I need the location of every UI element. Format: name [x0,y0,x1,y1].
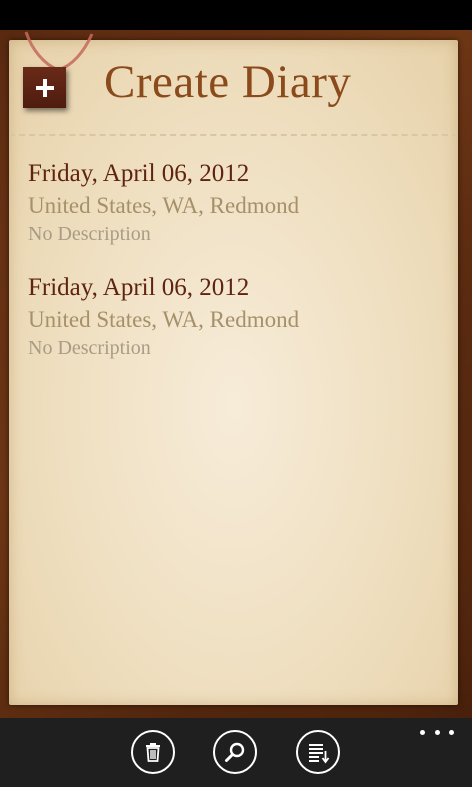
application-bar [0,718,472,787]
list-item[interactable]: Friday, April 06, 2012 United States, WA… [28,157,448,271]
add-entry-button[interactable] [23,67,66,108]
entry-location: United States, WA, Redmond [28,307,300,332]
entry-date: Friday, April 06, 2012 [28,160,250,187]
entry-description: No Description [28,337,151,359]
ellipsis-icon[interactable] [420,722,454,742]
sort-list-icon [309,744,330,764]
list-item[interactable]: Friday, April 06, 2012 United States, WA… [28,271,448,385]
dot [449,729,454,735]
entry-description: No Description [28,223,151,245]
trash-icon [146,743,160,762]
diary-entry-list: Friday, April 06, 2012 United States, WA… [28,157,448,385]
sort-list-button[interactable] [296,730,340,774]
search-button[interactable] [213,730,257,774]
delete-button[interactable] [131,730,175,774]
entry-location: United States, WA, Redmond [28,193,300,218]
dot [434,729,440,735]
status-bar [0,0,472,30]
page-title: Create Diary [104,56,352,108]
search-icon [225,742,245,762]
entry-date: Friday, April 06, 2012 [28,274,250,301]
dot [420,729,425,735]
plus-icon [35,78,54,97]
title-divider [9,134,458,136]
